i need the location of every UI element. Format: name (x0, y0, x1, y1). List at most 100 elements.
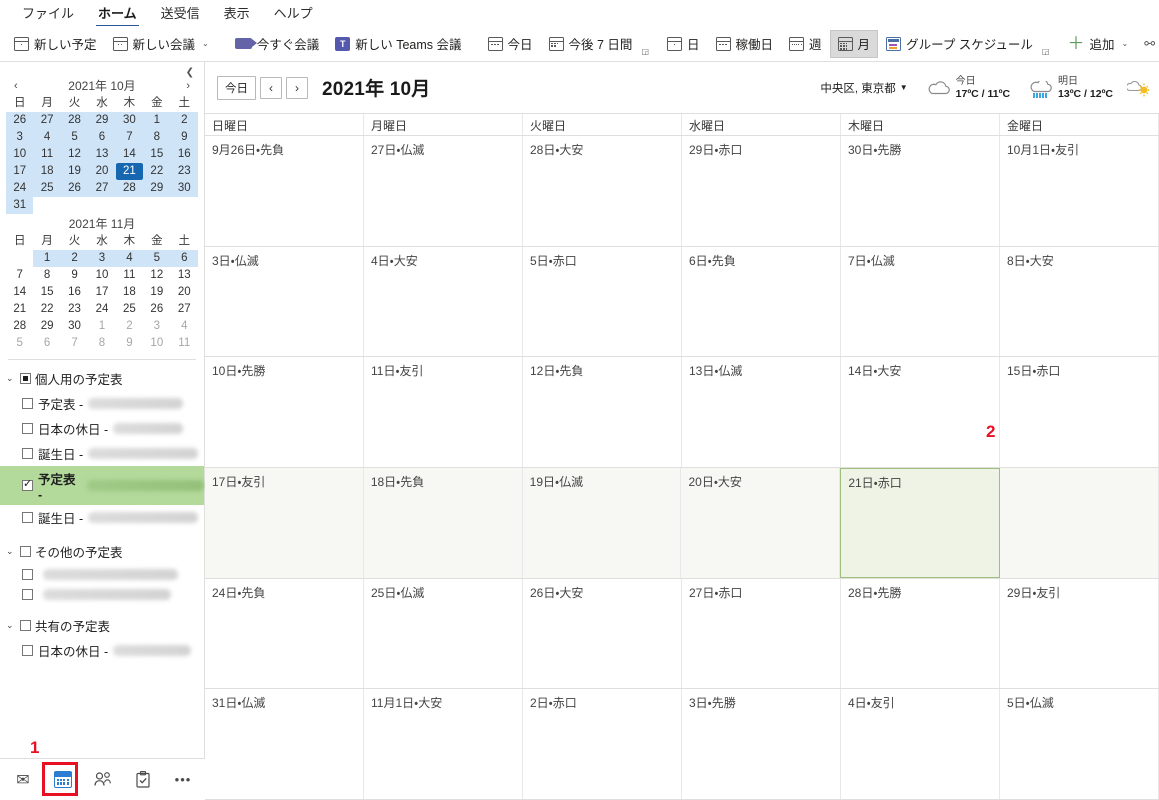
minical-day-cell[interactable]: 17 (6, 163, 34, 180)
calendar-list-item[interactable]: 日本の休日 - (0, 416, 204, 441)
minical-day-cell[interactable]: 22 (33, 301, 60, 318)
minical-day-cell[interactable]: 2 (60, 250, 89, 267)
minical-day-cell[interactable]: 7 (6, 267, 33, 284)
more-options-icon[interactable]: ••• (172, 769, 194, 791)
calendar-checkbox[interactable] (22, 645, 33, 656)
minical-day-cell[interactable]: 2 (170, 112, 198, 129)
minical-day-cell[interactable]: 4 (33, 129, 61, 146)
minical-day-cell[interactable] (143, 197, 170, 214)
minical-day-cell[interactable]: 23 (61, 301, 88, 318)
calendar-day-cell[interactable]: 31日・仏滅 (205, 689, 364, 800)
calendar-day-cell[interactable]: 14日・大安 (841, 357, 1000, 468)
calendar-checkbox[interactable] (22, 423, 33, 434)
calendar-list-item[interactable]: 予定表 - (0, 466, 204, 505)
minical-day-cell[interactable]: 18 (116, 284, 143, 301)
minical-day-cell[interactable]: 9 (116, 335, 143, 352)
minical-day-cell[interactable]: 26 (6, 112, 34, 129)
minical-prev-icon[interactable]: ‹ (10, 80, 22, 92)
chevron-down-icon[interactable]: ⌄ (6, 620, 16, 631)
minical-day-cell[interactable]: 4 (115, 250, 144, 267)
minical-day-cell[interactable]: 22 (143, 163, 171, 180)
meet-now-button[interactable]: 今すぐ会議 (227, 30, 328, 58)
calendar-group-header[interactable]: ⌄ その他の予定表 (0, 539, 204, 564)
calendar-day-cell[interactable]: 5日・赤口 (523, 246, 682, 357)
view-month-button[interactable]: 月 (829, 29, 879, 58)
minical-day-cell[interactable]: 11 (171, 335, 198, 352)
calendar-day-cell[interactable]: 20日・大安 (681, 468, 841, 578)
minical-day-cell[interactable]: 19 (143, 284, 170, 301)
minical-day-cell[interactable]: 28 (115, 180, 144, 197)
minical-day-cell[interactable]: 31 (6, 197, 34, 214)
minical-day-cell[interactable]: 20 (171, 284, 198, 301)
calendar-list-item[interactable] (0, 584, 204, 604)
minical-day-cell[interactable] (6, 250, 33, 267)
calendar-day-cell[interactable]: 12日・先負 (523, 357, 682, 468)
next-7-days-button[interactable]: 今後 7 日間 (541, 30, 641, 58)
menu-item-send-receive[interactable]: 送受信 (149, 0, 212, 26)
arrange-dialog-launcher-icon[interactable]: ◲ (1042, 47, 1050, 57)
today-button[interactable]: 今日 (217, 75, 256, 100)
calendar-day-cell[interactable]: 9月26日・先負 (205, 136, 364, 246)
minical-day-cell[interactable]: 3 (6, 129, 34, 146)
tasks-icon[interactable] (132, 769, 154, 791)
calendar-day-cell[interactable]: 13日・仏滅 (682, 357, 841, 468)
calendar-day-cell[interactable]: 5日・仏滅 (1000, 689, 1159, 800)
calendar-day-cell[interactable]: 19日・仏滅 (522, 468, 682, 578)
minical-day-cell[interactable]: 9 (61, 267, 88, 284)
calendar-list-item[interactable]: 誕生日 - (0, 441, 204, 466)
minical-day-cell[interactable]: 6 (33, 335, 60, 352)
calendar-day-cell[interactable]: 11月1日・大安 (364, 689, 523, 800)
minical-day-cell[interactable]: 5 (143, 250, 171, 267)
calendar-day-cell[interactable]: 27日・仏滅 (364, 136, 523, 246)
minical-day-cell[interactable]: 18 (33, 163, 61, 180)
minical-day-cell[interactable]: 25 (116, 301, 143, 318)
view-week-button[interactable]: 週 (781, 30, 830, 58)
minical-day-cell[interactable]: 15 (143, 146, 171, 163)
minical-day-cell[interactable]: 7 (115, 129, 144, 146)
next-month-button[interactable]: › (286, 76, 308, 99)
minical-day-cell[interactable]: 26 (60, 180, 89, 197)
minical-day-cell[interactable]: 30 (115, 112, 144, 129)
minical-day-cell[interactable]: 23 (170, 163, 198, 180)
minical-day-cell[interactable]: 29 (88, 112, 116, 129)
menu-item-help[interactable]: ヘルプ (262, 0, 325, 26)
minical-day-cell[interactable]: 6 (88, 129, 116, 146)
minical-day-cell[interactable]: 12 (143, 267, 170, 284)
view-workweek-button[interactable]: 稼働日 (708, 30, 782, 58)
minical-day-cell[interactable]: 1 (88, 318, 115, 335)
weather-location-selector[interactable]: 中央区, 東京都 ▼ (820, 80, 907, 96)
view-day-button[interactable]: 日 (659, 30, 708, 58)
minical-day-cell[interactable]: 3 (143, 318, 170, 335)
calendar-day-cell[interactable]: 6日・先負 (682, 246, 841, 357)
minical-day-cell[interactable]: 8 (33, 267, 60, 284)
minical-day-cell[interactable]: 27 (33, 112, 61, 129)
group-checkbox[interactable] (20, 373, 31, 384)
chevron-down-icon[interactable]: ▼ (900, 83, 908, 92)
minical-next-icon[interactable]: › (182, 80, 194, 92)
calendar-day-cell[interactable]: 10日・先勝 (205, 357, 364, 468)
minical-day-cell[interactable]: 24 (88, 301, 115, 318)
minical-day-cell[interactable] (61, 197, 88, 214)
minical-day-cell[interactable]: 8 (88, 335, 115, 352)
minical-day-cell[interactable]: 10 (6, 146, 34, 163)
minical-day-cell[interactable]: 9 (170, 129, 198, 146)
new-appointment-button[interactable]: 新しい予定 (6, 30, 105, 58)
minical-day-cell[interactable]: 14 (6, 284, 33, 301)
minical-day-cell[interactable]: 8 (143, 129, 171, 146)
minical-day-cell[interactable]: 1 (143, 112, 171, 129)
calendar-day-cell[interactable]: 7日・仏滅 (841, 246, 1000, 357)
people-icon[interactable] (92, 769, 114, 791)
calendar-day-cell[interactable]: 30日・先勝 (841, 136, 1000, 246)
calendar-list-item[interactable]: 予定表 - (0, 391, 204, 416)
minical-day-cell[interactable]: 10 (143, 335, 170, 352)
add-calendar-button[interactable]: ＋ 追加 ⌄ (1059, 30, 1136, 58)
calendar-day-cell[interactable]: 15日・赤口 (1000, 357, 1159, 468)
minical-day-cell[interactable]: 29 (33, 318, 60, 335)
previous-month-button[interactable]: ‹ (260, 76, 282, 99)
calendar-day-cell[interactable]: 26日・大安 (523, 578, 682, 689)
calendar-checkbox[interactable] (22, 512, 33, 523)
group-checkbox[interactable] (20, 546, 31, 557)
calendar-day-cell[interactable]: 29日・友引 (1000, 578, 1159, 689)
minicalendar-october[interactable]: 日月火水木金土 26 27 28 29 30 1 2 3 4 5 6 7 8 9 10 11 12 13 14 15 16… (6, 95, 198, 214)
minical-day-cell[interactable]: 1 (33, 250, 61, 267)
